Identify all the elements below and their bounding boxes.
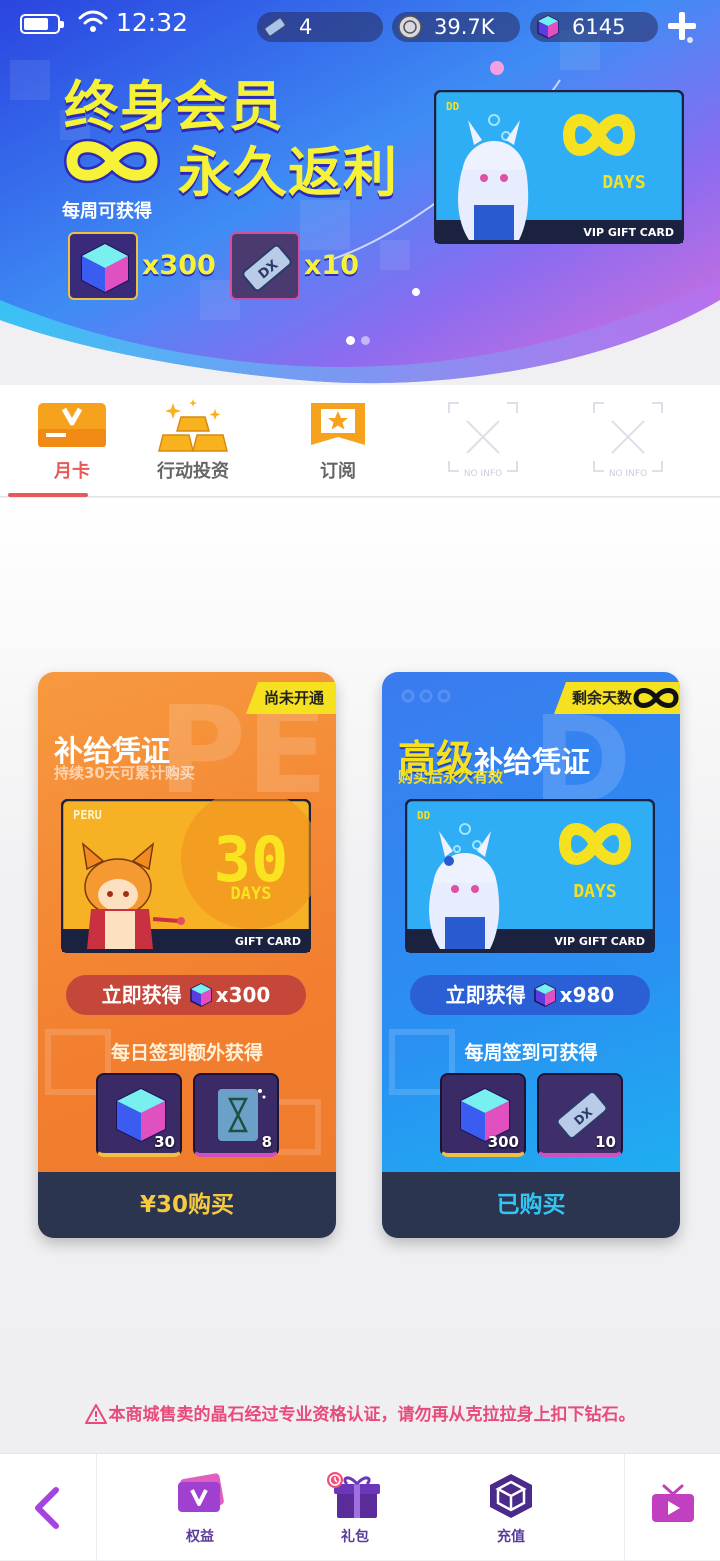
status-ribbon: 尚未开通 [245,682,336,714]
instant-reward-count: x980 [559,983,615,1007]
card-subtitle: 购买后永久有效 [398,768,504,786]
battery-icon [20,14,64,34]
instant-reward-label: 立即获得 [101,983,182,1007]
bonus-label: 每日签到额外获得 [110,1042,263,1064]
star-banner-icon [311,403,365,445]
instant-reward-count: x300 [215,983,271,1007]
svg-text:DAYS: DAYS [231,884,272,904]
wifi-icon [78,10,108,32]
nav-label: 权益 [186,1529,214,1545]
v-badge-icon [178,1473,224,1512]
svg-text:DD: DD [446,100,460,113]
svg-text:PERU: PERU [73,808,102,822]
nav-divider [624,1454,625,1561]
item-count: 8 [261,1133,272,1151]
notice-text: 本商城售卖的晶石经过专业资格认证，请勿再从克拉拉身上扣下钻石。 [108,1405,636,1425]
tab-label: 行动投资 [157,461,229,482]
instant-reward: 立即获得 x980 [410,975,650,1015]
premium-supply-voucher-card[interactable]: D 剩余天数 高级补给凭证 购买后永久有效 DD DAYS VIP GIFT C… [382,672,680,1238]
active-tab-underline [8,493,88,497]
tab-empty-1: NO INFO [411,385,555,497]
tab-empty-2: NO INFO [556,385,700,497]
svg-text:VIP GIFT CARD: VIP GIFT CARD [583,226,674,239]
infinity-icon [63,138,161,184]
supply-voucher-card[interactable]: PE 尚未开通 补给凭证 持续30天可累计购买 PERU 30 DAYS GIF… [38,672,336,1238]
gem-count: 6145 [572,15,626,39]
ticket-icon [263,17,287,37]
back-arrow-icon[interactable] [28,1486,64,1530]
gold-bars-icon [158,399,228,452]
status-bar: 12:32 4 39.7K 6145 [0,0,720,52]
instant-reward: 立即获得 x300 [66,975,306,1015]
bottom-navigation: 权益 礼包 充值 [0,1453,720,1561]
banner-reward-gem [68,232,138,300]
page-dot-2[interactable] [361,336,370,345]
bonus-item-gem[interactable]: 300 [440,1073,526,1157]
item-count: 300 [487,1133,519,1151]
bonus-item-ticket[interactable]: DX 10 [537,1073,623,1157]
cube-gem-icon [189,982,212,1007]
warning-icon [84,1404,107,1424]
gem-currency[interactable]: 6145 [530,12,658,42]
ticket-currency[interactable]: 4 [257,12,383,42]
svg-text:DAYS: DAYS [602,172,645,193]
no-info-icon [593,402,663,472]
tv-icon[interactable] [650,1482,696,1526]
buy-button[interactable]: ¥30购买 [38,1172,336,1238]
bonus-label: 每周签到可获得 [464,1042,598,1064]
add-currency-button[interactable] [664,8,700,44]
nav-gift-pack[interactable]: 礼包 [300,1472,410,1546]
tab-investment[interactable]: 行动投资 [121,385,265,497]
cube-gem-icon [81,242,129,294]
gift-icon [327,1472,380,1518]
nav-divider [96,1454,97,1561]
svg-text:VIP GIFT CARD: VIP GIFT CARD [554,935,645,948]
purchased-button[interactable]: 已购买 [382,1172,680,1238]
ribbon-label: 剩余天数 [571,689,632,707]
no-info-label: NO INFO [608,469,648,479]
item-count: 30 [154,1133,175,1151]
banner-reward-ticket-count: x10 [304,250,359,281]
infinity-icon [633,688,679,708]
monthly-card-icon [38,403,106,447]
page-dot-1[interactable] [346,336,355,345]
vip-gift-card-image: DD DAYS VIP GIFT CARD [405,799,655,953]
tab-label: 订阅 [320,461,356,482]
svg-text:GIFT CARD: GIFT CARD [235,935,301,948]
category-tabs: 月卡 行动投资 订阅 NO INFO NO INFO [0,385,720,497]
ticket-count: 4 [299,15,313,39]
svg-text:DAYS: DAYS [573,881,616,902]
coin-icon [398,15,422,39]
bonus-item-hourglass[interactable]: 8 [193,1073,279,1157]
banner-pagination [346,330,376,349]
banner-reward-ticket: DX [230,232,300,300]
weekly-label: 每周可获得 [62,201,152,222]
nav-benefits[interactable]: 权益 [145,1472,255,1546]
vip-gift-card-image: DD DAYS VIP GIFT CARD [434,90,684,244]
svg-text:DD: DD [417,809,431,822]
nav-label: 充值 [497,1529,525,1545]
banner-reward-gem-count: x300 [142,250,216,281]
hourglass-card-icon [218,1089,266,1141]
no-info-label: NO INFO [463,469,503,479]
coin-count: 39.7K [434,15,495,39]
ticket-icon: DX [242,244,292,292]
cube-gem-icon [537,15,559,39]
instant-reward-label: 立即获得 [445,983,526,1007]
item-count: 10 [595,1133,616,1151]
shop-notice: 本商城售卖的晶石经过专业资格认证，请勿再从克拉拉身上扣下钻石。 [0,1400,720,1425]
cube-gem-icon [533,982,556,1007]
no-info-icon [448,402,518,472]
nav-recharge[interactable]: 充值 [456,1472,566,1546]
cube-icon [490,1474,532,1518]
bonus-item-gem[interactable]: 30 [96,1073,182,1157]
nav-label: 礼包 [341,1529,369,1545]
coin-currency[interactable]: 39.7K [392,12,520,42]
promo-banner[interactable]: 12:32 4 39.7K 6145 终身会员 永久返利 每周可获得 x300 … [0,0,720,385]
gift-card-30-image: PERU 30 DAYS GIFT CARD [61,799,311,953]
tab-subscription[interactable]: 订阅 [266,385,410,497]
card-subtitle: 持续30天可累计购买 [54,764,195,782]
status-time: 12:32 [116,8,189,37]
banner-title-line2: 永久返利 [178,141,398,204]
